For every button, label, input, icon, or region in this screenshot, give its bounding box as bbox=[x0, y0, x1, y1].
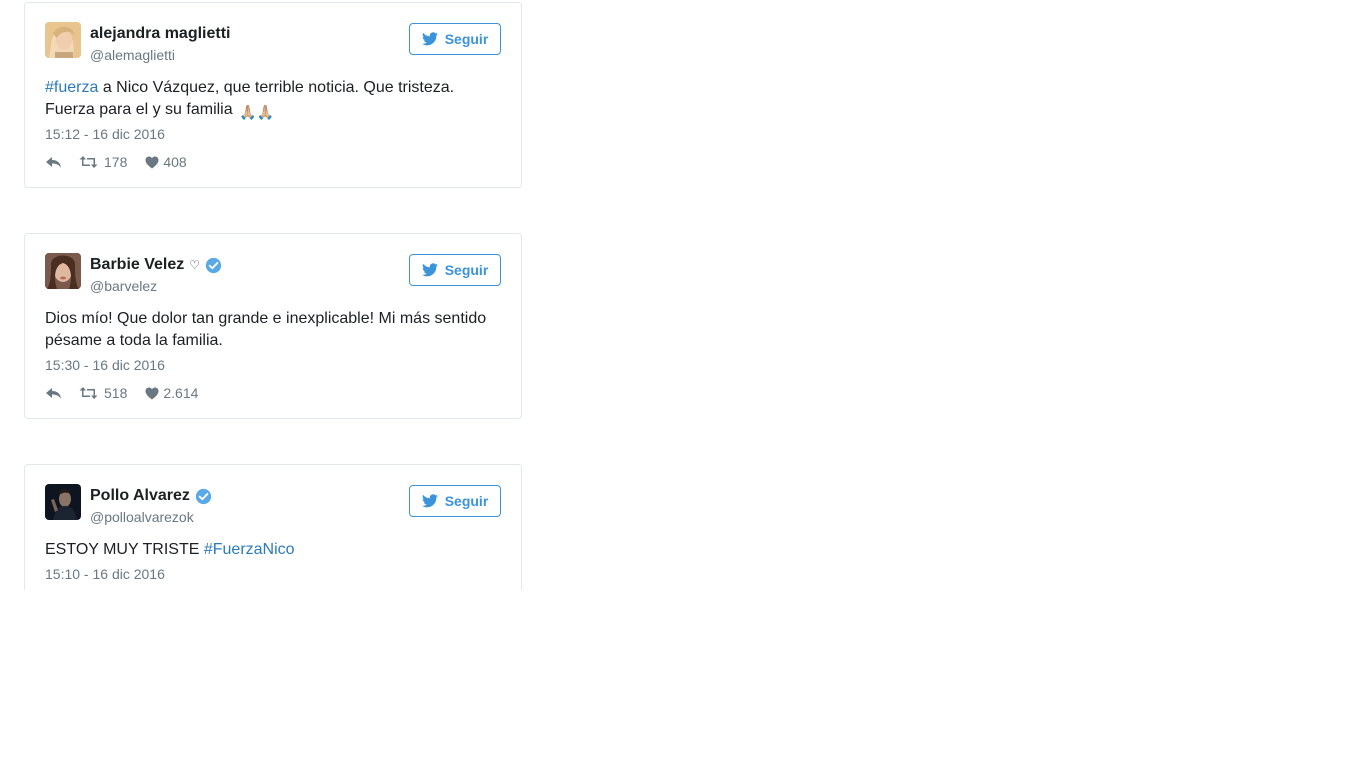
embedded-tweets-area: alejandra maglietti @alemaglietti Seguir… bbox=[0, 0, 1366, 590]
author-handle[interactable]: @polloalvarezok bbox=[90, 508, 194, 526]
tweet-text-body: ESTOY MUY TRISTE bbox=[45, 541, 204, 558]
reply-icon bbox=[46, 157, 61, 168]
author-name[interactable]: Barbie Velez bbox=[90, 255, 184, 275]
hashtag-link[interactable]: #fuerza bbox=[45, 79, 98, 96]
author-name[interactable]: alejandra maglietti bbox=[90, 24, 231, 44]
author-handle[interactable]: @barvelez bbox=[90, 277, 157, 295]
tweet-card[interactable]: alejandra maglietti @alemaglietti Seguir… bbox=[24, 2, 522, 188]
reply-button[interactable] bbox=[45, 155, 62, 169]
author-handle[interactable]: @alemaglietti bbox=[90, 46, 175, 64]
tweet-timestamp[interactable]: 15:30 - 16 dic 2016 bbox=[45, 356, 165, 374]
avatar[interactable] bbox=[45, 22, 81, 58]
praying-hands-emoji: 🙏🏼🙏🏼 bbox=[239, 105, 274, 121]
verified-badge-icon bbox=[195, 488, 212, 504]
tweet-card[interactable]: Pollo Alvarez @polloalvarezok Seguir EST… bbox=[24, 464, 522, 590]
author-name[interactable]: Pollo Alvarez bbox=[90, 486, 190, 506]
twitter-bird-icon bbox=[421, 494, 438, 508]
name-heart-symbol: ♡ bbox=[189, 258, 201, 272]
tweet-actions: 178 408 bbox=[45, 153, 187, 171]
follow-button[interactable]: Seguir bbox=[409, 23, 501, 55]
tweet-text: #fuerza a Nico Vázquez, que terrible not… bbox=[45, 77, 505, 124]
follow-button-label: Seguir bbox=[444, 493, 489, 509]
tweet-card[interactable]: Barbie Velez ♡ @barvelez Seguir Dios mío… bbox=[24, 233, 522, 419]
retweet-count: 518 bbox=[104, 385, 128, 401]
follow-button-label: Seguir bbox=[444, 262, 489, 278]
tweet-text: ESTOY MUY TRISTE #FuerzaNico bbox=[45, 539, 505, 561]
twitter-bird-icon bbox=[421, 32, 438, 46]
like-count: 408 bbox=[163, 154, 187, 170]
heart-icon bbox=[145, 387, 159, 399]
retweet-button[interactable]: 178 bbox=[79, 153, 127, 171]
reply-icon bbox=[46, 388, 61, 399]
retweet-icon bbox=[79, 387, 98, 399]
verified-badge-icon bbox=[205, 257, 222, 273]
follow-button[interactable]: Seguir bbox=[409, 254, 501, 286]
follow-button-label: Seguir bbox=[444, 31, 489, 47]
hashtag-link[interactable]: #FuerzaNico bbox=[204, 541, 295, 558]
avatar[interactable] bbox=[45, 484, 81, 520]
tweet-timestamp[interactable]: 15:10 - 16 dic 2016 bbox=[45, 565, 165, 583]
retweet-button[interactable]: 518 bbox=[79, 384, 127, 402]
reply-button[interactable] bbox=[45, 386, 62, 400]
heart-icon bbox=[145, 156, 159, 168]
like-count: 2.614 bbox=[163, 385, 199, 401]
twitter-bird-icon bbox=[421, 263, 438, 277]
like-button[interactable]: 408 bbox=[145, 153, 187, 171]
retweet-count: 178 bbox=[104, 154, 128, 170]
retweet-icon bbox=[79, 156, 98, 168]
avatar[interactable] bbox=[45, 253, 81, 289]
tweet-timestamp[interactable]: 15:12 - 16 dic 2016 bbox=[45, 125, 165, 143]
follow-button[interactable]: Seguir bbox=[409, 485, 501, 517]
tweet-actions: 518 2.614 bbox=[45, 384, 198, 402]
like-button[interactable]: 2.614 bbox=[145, 384, 198, 402]
tweet-text: Dios mío! Que dolor tan grande e inexpli… bbox=[45, 310, 487, 349]
